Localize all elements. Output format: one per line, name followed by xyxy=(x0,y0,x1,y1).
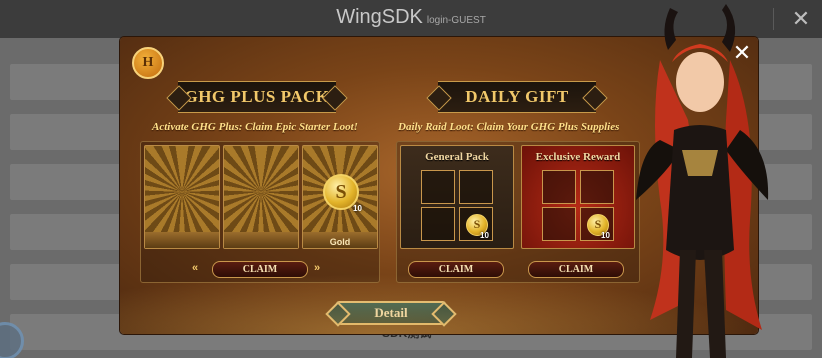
sdk-login-status: login-GUEST xyxy=(426,15,486,26)
chevron-left-icon: « xyxy=(192,262,199,274)
reward-cell[interactable]: S 10 xyxy=(459,207,493,241)
gold-quantity: 10 xyxy=(480,231,489,240)
armor-trim xyxy=(682,150,718,176)
gold-quantity: 10 xyxy=(601,231,610,240)
general-pack[interactable]: General Pack S 10 xyxy=(400,145,514,249)
starter-reward-slot[interactable] xyxy=(144,145,220,249)
claim-exclusive-button[interactable]: CLAIM xyxy=(528,261,624,278)
reward-cell xyxy=(580,170,614,204)
general-pack-title: General Pack xyxy=(425,151,489,163)
close-icon: ✕ xyxy=(791,6,811,31)
gold-quantity: 10 xyxy=(353,204,362,213)
claim-starter-button[interactable]: CLAIM xyxy=(212,261,308,278)
reward-cell xyxy=(459,170,493,204)
header-divider xyxy=(773,8,774,30)
daily-gift-subtitle: Daily Raid Loot: Claim Your GHG Plus Sup… xyxy=(398,121,620,133)
reward-cell xyxy=(421,207,455,241)
sdk-close-button[interactable]: ✕ xyxy=(787,5,815,33)
armor-body xyxy=(666,125,734,260)
sdk-title-text: WingSDK xyxy=(336,6,423,28)
leg-right xyxy=(704,250,726,358)
claim-general-button[interactable]: CLAIM xyxy=(408,261,504,278)
ghg-plus-pack-banner: GHG PLUS PACK xyxy=(178,81,336,113)
chevron-right-icon: » xyxy=(314,262,321,274)
reward-cell[interactable]: S 10 xyxy=(580,207,614,241)
slot-footer xyxy=(224,232,298,248)
horn-right xyxy=(722,4,736,52)
starter-reward-slot[interactable] xyxy=(223,145,299,249)
reward-cell xyxy=(542,170,576,204)
daily-gift-banner: DAILY GIFT xyxy=(438,81,596,113)
gold-label: Gold xyxy=(329,237,351,247)
ghg-plus-subtitle: Activate GHG Plus: Claim Epic Starter Lo… xyxy=(152,121,358,133)
character-illustration xyxy=(636,4,769,358)
slot-footer xyxy=(145,232,219,248)
horn-left xyxy=(664,8,678,50)
face xyxy=(676,52,724,112)
exclusive-reward-title: Exclusive Reward xyxy=(535,151,621,163)
reward-cell xyxy=(542,207,576,241)
brand-logo: H xyxy=(132,47,164,79)
exclusive-reward-pack[interactable]: Exclusive Reward S 10 xyxy=(521,145,635,249)
detail-button[interactable]: Detail xyxy=(336,301,446,325)
gold-reward-slot[interactable]: S 10 Gold xyxy=(302,145,378,249)
reward-cell xyxy=(421,170,455,204)
